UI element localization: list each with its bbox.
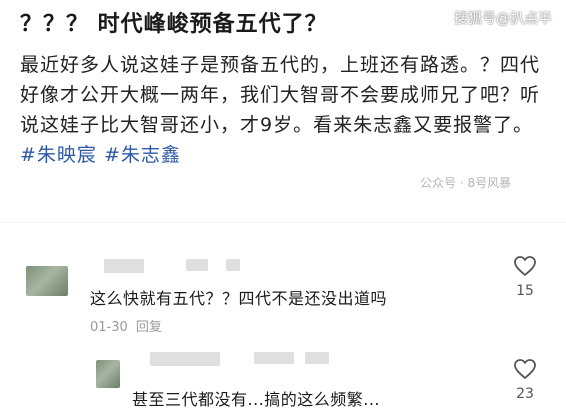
hashtag[interactable]: #朱映宸 — [20, 144, 97, 166]
like-count: 15 — [516, 283, 534, 299]
hashtag[interactable]: #朱志鑫 — [104, 144, 181, 166]
comment-text: 甚至三代都没有...搞的这么频繁... — [132, 390, 381, 409]
blurred-username — [226, 259, 240, 271]
comment-text: 这么快就有五代？？四代不是还没出道吗 — [90, 289, 388, 308]
comment-date: 01-30 — [90, 320, 128, 335]
blurred-username — [104, 259, 144, 273]
avatar[interactable] — [96, 360, 120, 388]
like-count: 23 — [516, 386, 534, 402]
heart-outline-icon — [514, 359, 536, 379]
like-button[interactable]: 23 — [508, 358, 542, 402]
divider — [0, 222, 566, 223]
blurred-username — [305, 352, 329, 364]
blurred-username — [150, 352, 220, 366]
blurred-username — [186, 259, 208, 271]
comment-meta: 01-30 回复 — [90, 316, 162, 335]
post-title: ？？？ 时代峰峻预备五代了？ — [20, 12, 328, 37]
avatar[interactable] — [26, 266, 68, 296]
source-label: 公众号 · 8号风暴 — [420, 176, 512, 190]
like-button[interactable]: 15 — [508, 255, 542, 299]
blurred-username — [254, 352, 294, 364]
post-body: 最近好多人说这娃子是预备五代的，上班还有路透。？四代好像才公开大概一两年，我们大… — [20, 50, 540, 170]
heart-outline-icon — [514, 256, 536, 276]
watermark: 搜狐号@扒点半 — [454, 11, 552, 27]
post-text: 最近好多人说这娃子是预备五代的，上班还有路透。？四代好像才公开大概一两年，我们大… — [20, 54, 541, 136]
reply-button[interactable]: 回复 — [136, 320, 162, 335]
